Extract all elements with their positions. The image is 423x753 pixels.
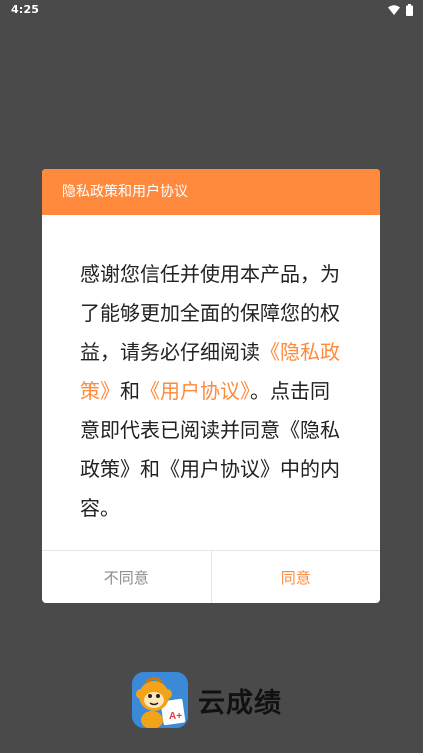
privacy-dialog: 隐私政策和用户协议 感谢您信任并使用本产品，为了能够更加全面的保障您的权益，请务…: [42, 169, 380, 603]
app-name: 云成绩: [198, 687, 282, 719]
wifi-icon: [388, 5, 400, 15]
screen: 4:25 隐私政策和用户协议 感谢您信任并使用本产品，为了能够更加全面的保障您的…: [0, 0, 423, 753]
logo-badge-text: A+: [169, 711, 182, 722]
monkey-logo-icon: A+: [132, 672, 188, 728]
status-time: 4:25: [11, 3, 40, 16]
dialog-message: 感谢您信任并使用本产品，为了能够更加全面的保障您的权益，请务必仔细阅读《隐私政策…: [42, 215, 380, 551]
message-and: 和: [120, 379, 140, 403]
agree-button[interactable]: 同意: [212, 551, 381, 603]
dialog-title: 隐私政策和用户协议: [42, 169, 380, 215]
status-bar: 4:25: [0, 0, 423, 22]
dialog-footer: 不同意 同意: [42, 550, 380, 603]
disagree-button[interactable]: 不同意: [42, 551, 212, 603]
status-icons: [388, 4, 413, 16]
user-agreement-link[interactable]: 《用户协议》: [140, 379, 250, 403]
brand: A+ 云成绩: [132, 672, 282, 728]
battery-icon: [406, 4, 413, 16]
